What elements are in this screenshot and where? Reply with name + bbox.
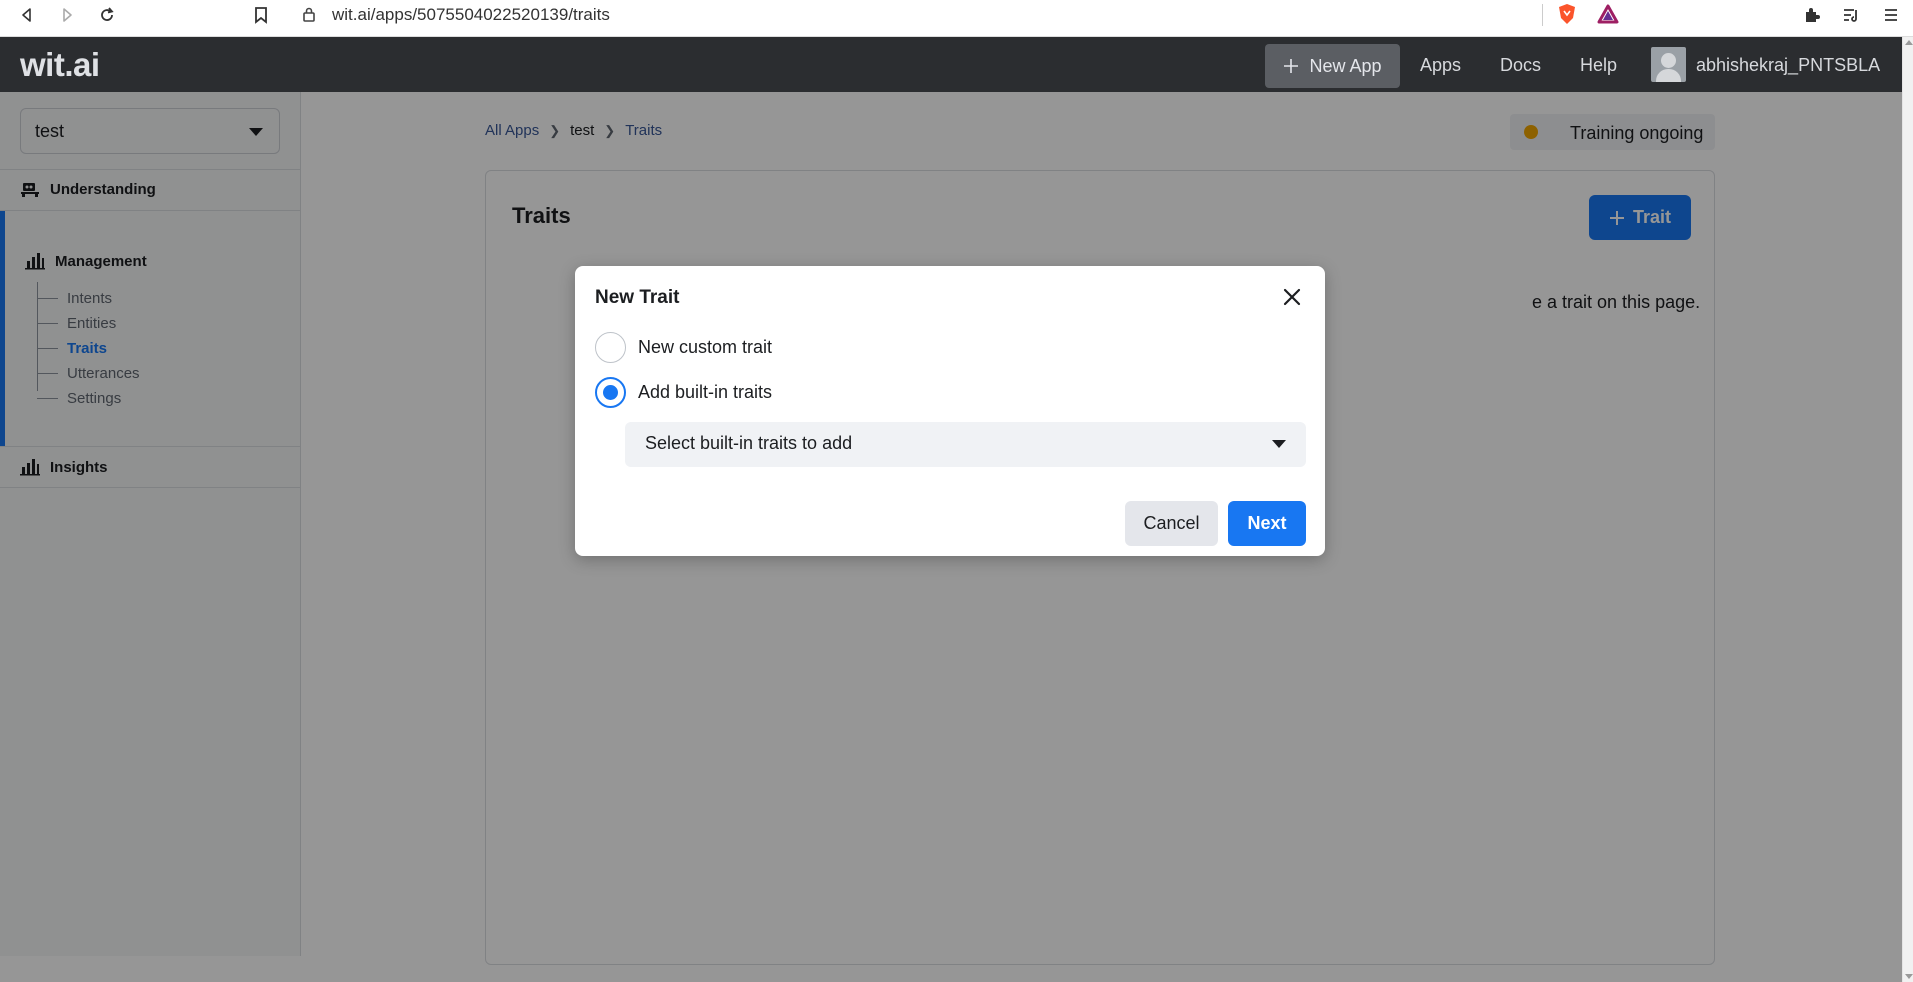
option-label: Add built-in traits [638,382,773,402]
nav-apps[interactable]: Apps [1420,55,1461,76]
avatar[interactable] [1651,47,1686,82]
scroll-down-icon[interactable] [1905,974,1913,979]
back-icon[interactable] [16,4,38,26]
radio-new-custom-trait[interactable] [595,332,626,363]
extensions-icon[interactable] [1801,4,1823,26]
option-new-custom-trait[interactable]: New custom trait [595,332,772,363]
next-button[interactable]: Next [1228,501,1306,546]
reading-list-icon[interactable] [1840,4,1862,26]
menu-icon[interactable] [1880,4,1902,26]
select-placeholder: Select built-in traits to add [645,433,853,453]
option-add-built-in-traits[interactable]: Add built-in traits [595,377,772,408]
lock-icon [302,6,316,28]
close-icon[interactable] [1279,284,1305,310]
radio-add-built-in-traits[interactable] [595,377,626,408]
brave-shield-icon[interactable] [1556,3,1578,25]
cancel-button[interactable]: Cancel [1125,501,1218,546]
browser-toolbar: wit.ai/apps/5075504022520139/traits [0,0,1913,37]
new-trait-dialog: New Trait New custom trait Add built-in … [575,266,1325,556]
bookmark-icon[interactable] [250,4,272,26]
forward-icon[interactable] [56,4,78,26]
built-in-traits-select[interactable]: Select built-in traits to add [625,422,1306,467]
scroll-up-icon[interactable] [1905,40,1913,45]
nav-docs[interactable]: Docs [1500,55,1541,76]
nav-help[interactable]: Help [1580,55,1617,76]
url-text: wit.ai/apps/5075504022520139/traits [332,5,610,24]
caret-down-icon [1272,440,1286,448]
username[interactable]: abhishekraj_PNTSBLA [1696,55,1880,76]
reload-icon[interactable] [96,4,118,26]
option-label: New custom trait [638,337,773,357]
address-bar-divider [1542,4,1543,26]
brave-rewards-icon[interactable] [1597,3,1619,25]
logo[interactable]: wit.ai [20,46,100,84]
plus-icon [1284,59,1299,73]
new-app-label: New App [1309,55,1382,76]
app-header: wit.ai New App Apps Docs Help abhishekra… [0,37,1902,92]
new-app-button[interactable]: New App [1265,44,1400,88]
address-bar[interactable]: wit.ai/apps/5075504022520139/traits [290,0,1630,30]
page-scrollbar[interactable] [1902,37,1913,982]
dialog-title: New Trait [595,287,680,308]
